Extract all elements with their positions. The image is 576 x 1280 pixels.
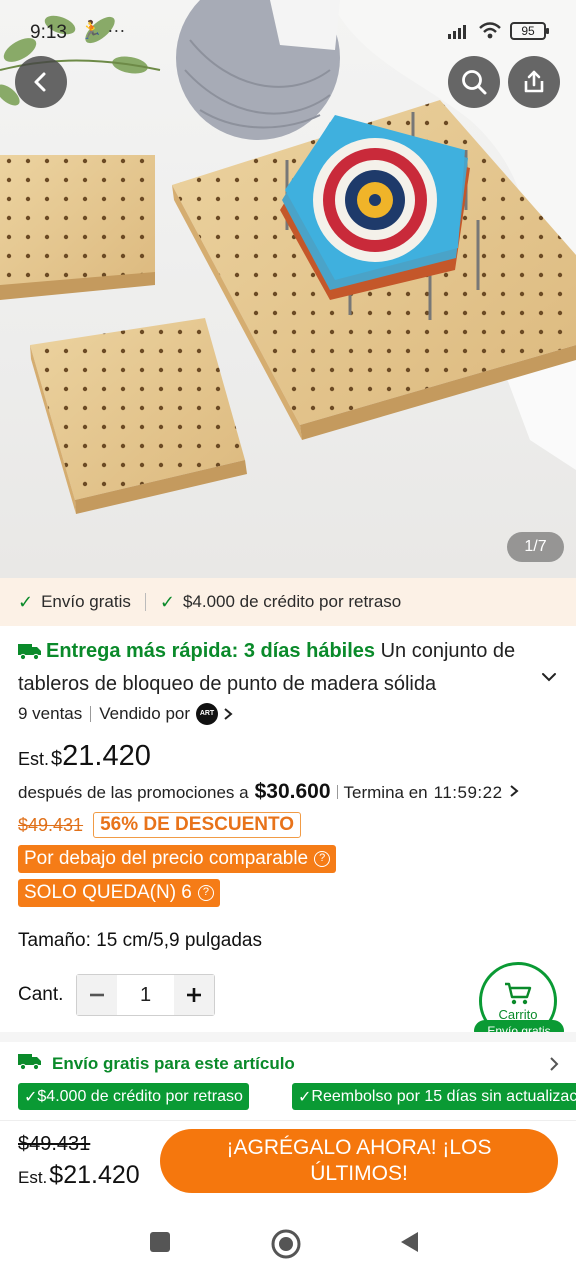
wifi-icon: [479, 22, 501, 39]
current-price: $21.420: [51, 740, 151, 773]
old-price: $49.431: [18, 814, 84, 835]
price-currency: $: [51, 748, 63, 770]
comparable-price-tag[interactable]: Por debajo del precio comparable ?: [18, 845, 337, 873]
quantity-value[interactable]: 1: [117, 975, 174, 1015]
bottom-est-label: Est.: [18, 1168, 48, 1187]
fast-delivery-text: Entrega más rápida: 3 días hábiles: [46, 640, 376, 662]
increment-button[interactable]: [174, 975, 214, 1015]
quantity-stepper: 1: [76, 974, 215, 1016]
promo-price: $30.600: [254, 780, 331, 803]
divider: [336, 785, 338, 799]
search-button[interactable]: [448, 56, 500, 108]
chevron-down-icon[interactable]: [540, 668, 558, 686]
fast-delivery-label: Entrega más rápida: 3 días hábiles: [18, 640, 375, 662]
status-indicators: 🏃 ···: [80, 20, 126, 40]
help-icon: ?: [197, 885, 214, 901]
benefit-divider: [144, 593, 146, 611]
promo-text: después de las promociones a: [18, 783, 249, 802]
sales-seller-row[interactable]: 9 ventas Vendido por ART: [18, 703, 234, 725]
sold-by-label: Vendido por: [99, 704, 191, 723]
chevron-right-icon: [509, 785, 519, 797]
chevron-right-icon: [550, 1056, 559, 1071]
status-right-icons: 95: [448, 22, 549, 40]
status-time: 9:13: [30, 22, 67, 43]
gallery-counter: 1/7: [507, 532, 564, 562]
check-icon: ✓: [24, 1088, 38, 1106]
add-to-cart-button[interactable]: ¡AGRÉGALO AHORA! ¡LOS ÚLTIMOS!: [160, 1129, 558, 1193]
bottom-price: Est. $21.420: [18, 1161, 140, 1190]
benefit-free-shipping: Envío gratis: [41, 592, 131, 611]
stock-tag[interactable]: SOLO QUEDA(N) 6 ?: [18, 879, 220, 907]
discount-row: $49.431 56% DE DESCUENTO: [18, 812, 302, 838]
check-icon: ✓: [298, 1088, 312, 1106]
promo-countdown: 11:59:22: [433, 783, 503, 802]
divider: [90, 706, 92, 722]
nav-home-icon[interactable]: [270, 1228, 302, 1260]
battery-icon: 95: [510, 22, 549, 40]
help-icon: ?: [314, 851, 331, 867]
benefit-delay-credit: $4.000 de crédito por retraso: [182, 592, 402, 611]
system-nav-bar: [0, 1210, 576, 1280]
truck-icon: [18, 1052, 42, 1075]
seller-logo[interactable]: ART: [196, 703, 219, 725]
minus-icon: [90, 993, 104, 997]
discount-badge: 56% DE DESCUENTO: [93, 812, 302, 838]
benefits-strip[interactable]: ✓ Envío gratis ✓ $4.000 de crédito por r…: [0, 578, 576, 626]
stock-text: SOLO QUEDA(N) 6: [24, 882, 192, 903]
back-button[interactable]: [15, 56, 67, 108]
bottom-action-bar: $49.431 Est. $21.420 ¡AGRÉGALO AHORA! ¡L…: [0, 1120, 576, 1210]
nav-back-icon[interactable]: [398, 1230, 422, 1254]
signal-icon: [448, 25, 466, 39]
share-icon: [524, 70, 544, 93]
promo-ends-label: Termina en: [343, 783, 428, 802]
decrement-button[interactable]: [77, 975, 117, 1015]
product-title[interactable]: Entrega más rápida: 3 días hábiles Un co…: [18, 636, 538, 696]
check-icon: ✓: [159, 591, 175, 612]
section-divider: [0, 1032, 576, 1042]
size-selector[interactable]: Tamaño: 15 cm/5,9 pulgadas: [18, 930, 262, 952]
plus-icon: [187, 988, 201, 1002]
qty-label: Cant.: [18, 984, 64, 1005]
delay-credit-chip: ✓ $4.000 de crédito por retraso: [18, 1083, 249, 1110]
nav-recents-icon[interactable]: [148, 1230, 172, 1254]
refund-chip: ✓ Reembolso por 15 días sin actualización: [292, 1083, 576, 1110]
comparable-price-text: Por debajo del precio comparable: [24, 848, 309, 869]
bottom-price-value: $21.420: [49, 1161, 140, 1189]
share-button[interactable]: [508, 56, 560, 108]
shipping-title: Envío gratis para este artículo: [52, 1053, 295, 1073]
cart-button[interactable]: Carrito Envío gratis: [474, 962, 564, 1042]
truck-icon: [18, 639, 42, 669]
check-icon: ✓: [18, 591, 34, 612]
price-row: Est. $21.420: [18, 740, 151, 773]
delay-credit-text: $4.000 de crédito por retraso: [37, 1087, 243, 1105]
sales-count: 9 ventas: [18, 704, 83, 723]
refund-text: Reembolso por 15 días sin actualización: [311, 1087, 576, 1105]
bottom-old-price: $49.431: [18, 1133, 91, 1155]
promo-row[interactable]: después de las promociones a $30.600 Ter…: [18, 780, 519, 804]
price-est-label: Est.: [18, 749, 50, 769]
back-icon: [34, 72, 46, 92]
chevron-right-icon: [224, 708, 233, 720]
status-bar: 9:13 🏃 ··· 95: [0, 0, 576, 64]
search-icon: [462, 70, 487, 95]
price-value: 21.420: [62, 740, 151, 772]
product-image-gallery[interactable]: 9:13 🏃 ··· 95 1/7: [0, 0, 576, 578]
cart-icon: [505, 982, 532, 1004]
shipping-row[interactable]: Envío gratis para este artículo: [18, 1052, 560, 1075]
